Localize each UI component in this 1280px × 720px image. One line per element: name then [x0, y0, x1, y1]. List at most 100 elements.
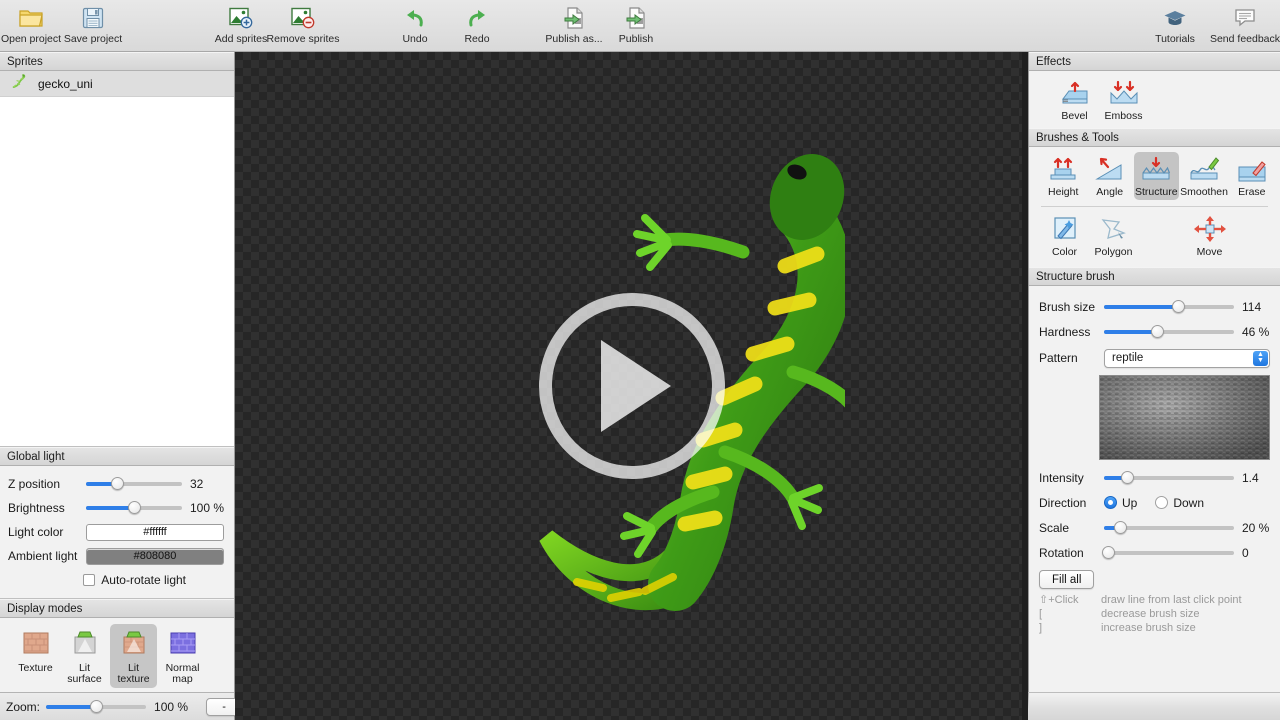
chevron-updown-icon[interactable]: ▲▼ — [1253, 351, 1268, 366]
tool-move[interactable]: Move — [1186, 212, 1233, 260]
tool-polygon[interactable]: Polygon — [1090, 212, 1137, 260]
effect-emboss[interactable]: Emboss — [1100, 76, 1147, 124]
auto-rotate-row: Auto-rotate light — [0, 568, 234, 592]
display-mode-label: Litsurface — [67, 663, 101, 685]
intensity-slider[interactable] — [1104, 470, 1234, 486]
save-project-button[interactable]: Save project — [62, 0, 124, 52]
rotation-label: Rotation — [1039, 546, 1104, 560]
slider-knob[interactable] — [128, 501, 141, 514]
direction-down-label: Down — [1173, 496, 1204, 510]
global-light-header: Global light — [0, 447, 234, 466]
tool-label: Color — [1052, 247, 1077, 258]
canvas-vertical-scrollbar[interactable] — [1022, 52, 1028, 720]
display-mode-label: Normalmap — [166, 663, 200, 685]
right-panel: Effects Bevel — [1028, 52, 1280, 720]
slider-knob[interactable] — [90, 700, 103, 713]
structure-brush-body: Brush size 114 Hardness 46 % — [1029, 286, 1280, 635]
slider-knob[interactable] — [1102, 546, 1115, 559]
speech-bubble-icon — [1232, 4, 1258, 32]
tool-label: Angle — [1096, 187, 1123, 198]
sprite-canvas[interactable] — [235, 52, 1028, 720]
tool-erase[interactable]: Erase — [1230, 152, 1274, 200]
effect-bevel[interactable]: Bevel — [1051, 76, 1098, 124]
open-project-button[interactable]: Open project — [0, 0, 62, 52]
brightness-slider[interactable] — [86, 500, 182, 516]
send-feedback-label: Send feedback — [1210, 33, 1280, 45]
toolbar-group-history: Undo Redo — [384, 0, 508, 52]
effects-list: Bevel Emboss — [1029, 71, 1280, 128]
display-mode-texture[interactable]: Texture — [12, 624, 59, 688]
list-item[interactable]: gecko_uni — [0, 71, 234, 97]
z-position-value: 32 — [190, 477, 203, 491]
folder-open-icon — [18, 4, 44, 32]
tool-angle[interactable]: Angle — [1087, 152, 1131, 200]
display-modes-header: Display modes — [0, 599, 234, 618]
add-sprites-label: Add sprites — [215, 33, 268, 45]
ambient-light-label: Ambient light — [8, 549, 86, 563]
structure-brush-icon — [1139, 155, 1173, 186]
slider-knob[interactable] — [1172, 300, 1185, 313]
z-position-row: Z position 32 — [0, 472, 234, 496]
scale-slider[interactable] — [1104, 520, 1234, 536]
auto-rotate-checkbox[interactable] — [83, 574, 95, 586]
slider-fill — [86, 506, 134, 510]
add-sprites-button[interactable]: Add sprites — [210, 0, 272, 52]
rotation-value: 0 — [1242, 546, 1249, 560]
sprites-list[interactable]: gecko_uni — [0, 71, 234, 446]
publish-as-button[interactable]: Publish as... — [543, 0, 605, 52]
tutorials-button[interactable]: Tutorials — [1140, 0, 1210, 52]
brush-size-slider[interactable] — [1104, 299, 1234, 315]
rotation-slider[interactable] — [1104, 545, 1234, 561]
tool-structure[interactable]: Structure — [1134, 152, 1179, 200]
tutorials-label: Tutorials — [1155, 33, 1195, 45]
redo-button[interactable]: Redo — [446, 0, 508, 52]
ambient-light-field[interactable]: #808080 — [86, 548, 224, 565]
tool-smoothen[interactable]: Smoothen — [1181, 152, 1228, 200]
display-mode-lit-texture[interactable]: Littexture — [110, 624, 157, 688]
publish-button[interactable]: Publish — [605, 0, 667, 52]
play-button-icon[interactable] — [539, 293, 725, 479]
lit-texture-icon — [119, 628, 149, 661]
publish-document-icon — [624, 4, 648, 32]
slider-knob[interactable] — [111, 477, 124, 490]
smoothen-brush-icon — [1187, 155, 1221, 186]
direction-up-label: Up — [1122, 496, 1137, 510]
tool-height[interactable]: Height — [1041, 152, 1085, 200]
send-feedback-button[interactable]: Send feedback — [1210, 0, 1280, 52]
hardness-slider[interactable] — [1104, 324, 1234, 340]
color-wand-icon — [1048, 215, 1082, 246]
zoom-slider[interactable] — [46, 699, 146, 715]
auto-rotate-label: Auto-rotate light — [101, 573, 186, 587]
z-position-slider[interactable] — [86, 476, 182, 492]
fill-all-button[interactable]: Fill all — [1039, 570, 1094, 589]
direction-down-radio[interactable] — [1155, 496, 1168, 509]
slider-knob[interactable] — [1151, 325, 1164, 338]
brushes-row-2: Color Polygon — [1029, 207, 1280, 264]
scale-value: 20 % — [1242, 521, 1269, 535]
tool-label: Erase — [1238, 187, 1265, 198]
pattern-row: Pattern reptile ▲▼ — [1029, 344, 1280, 372]
hint-text: draw line from last click point — [1101, 593, 1242, 607]
shortcut-hints: ⇧+Click draw line from last click point … — [1029, 589, 1280, 635]
remove-sprites-button[interactable]: Remove sprites — [272, 0, 334, 52]
direction-up-radio[interactable] — [1104, 496, 1117, 509]
zoom-bar: Zoom: 100 % - + 1:1 Fit — [0, 692, 234, 720]
undo-button[interactable]: Undo — [384, 0, 446, 52]
slider-knob[interactable] — [1114, 521, 1127, 534]
emboss-icon — [1107, 79, 1141, 110]
intensity-row: Intensity 1.4 — [1029, 465, 1280, 490]
pattern-select[interactable]: reptile ▲▼ — [1104, 349, 1270, 368]
height-brush-icon — [1046, 155, 1080, 186]
zoom-value: 100 % — [154, 700, 188, 714]
publish-label: Publish — [619, 33, 653, 45]
display-modes-list: Texture Litsurface — [0, 618, 234, 692]
main-toolbar: Open project Save project — [0, 0, 1280, 52]
slider-knob[interactable] — [1121, 471, 1134, 484]
tool-color[interactable]: Color — [1041, 212, 1088, 260]
brush-size-label: Brush size — [1039, 300, 1104, 314]
display-mode-lit-surface[interactable]: Litsurface — [61, 624, 108, 688]
light-color-field[interactable]: #ffffff — [86, 524, 224, 541]
intensity-value: 1.4 — [1242, 471, 1259, 485]
display-mode-normal-map[interactable]: Normalmap — [159, 624, 206, 688]
brush-size-value: 114 — [1242, 300, 1261, 314]
